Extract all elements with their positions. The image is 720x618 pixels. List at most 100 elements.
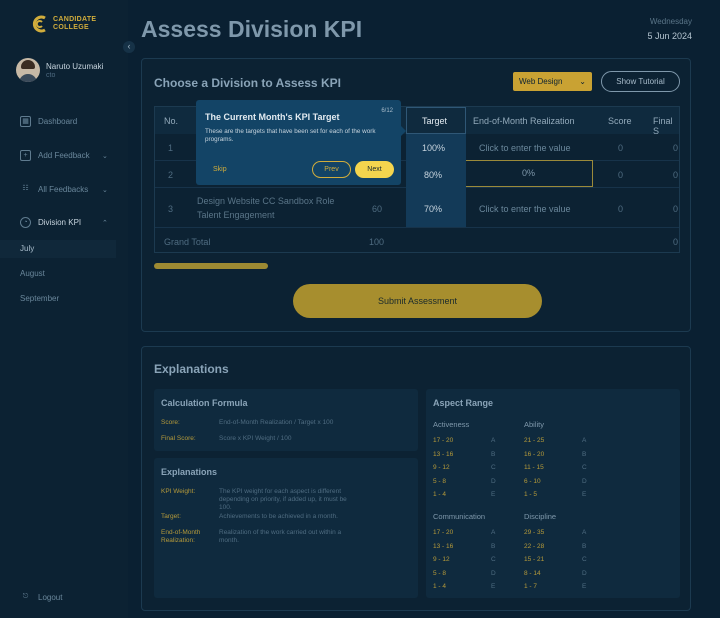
- communication-grade: A: [491, 529, 496, 536]
- final-score-formula-value: Score x KPI Weight / 100: [219, 435, 292, 442]
- nav-logout-label: Logout: [38, 593, 63, 602]
- communication-grade: C: [491, 556, 496, 563]
- nav-add-feedback[interactable]: + Add Feedback ⌄: [20, 150, 120, 161]
- calculation-formula-title: Calculation Formula: [161, 398, 248, 408]
- realization-key-line-1: End-of-Month: [161, 529, 201, 536]
- grand-total-weight: 100: [369, 237, 385, 247]
- nav-division-kpi-label: Division KPI: [38, 218, 82, 227]
- col-header-target-cell: Target: [406, 107, 466, 134]
- division-select-value: Web Design: [519, 77, 563, 86]
- row-2-realization-input[interactable]: 0%: [464, 160, 593, 187]
- nav-month-september[interactable]: September: [20, 294, 59, 303]
- discipline-range: 15 - 21: [524, 556, 545, 563]
- activeness-range: 5 - 8: [433, 477, 447, 485]
- nav-all-feedbacks[interactable]: ☷ All Feedbacks ⌄: [20, 184, 120, 195]
- target-value: Achievements to be achieved in a month.: [219, 513, 338, 520]
- final-score-formula-key: Final Score:: [161, 435, 196, 442]
- communication-range: 5 - 8: [433, 569, 447, 577]
- activeness-heading: Activeness: [433, 420, 470, 429]
- nav-add-feedback-label: Add Feedback: [38, 151, 90, 160]
- activeness-range: 17 - 20: [433, 437, 454, 444]
- row-2-no: 2: [168, 170, 174, 180]
- user-profile[interactable]: Naruto Uzumaki cto: [16, 58, 103, 82]
- row-3-no: 3: [168, 204, 174, 214]
- definitions-title: Explanations: [161, 467, 218, 477]
- ability-grade: D: [582, 477, 587, 485]
- communication-heading: Communication: [433, 512, 486, 521]
- score-formula-key: Score:: [161, 419, 180, 426]
- row-3-realization-input[interactable]: Click to enter the value: [479, 204, 571, 214]
- chevron-down-icon: ⌄: [102, 186, 108, 194]
- grand-total-final-score: 0: [673, 237, 679, 247]
- aspect-range-title: Aspect Range: [433, 398, 494, 408]
- col-header-target: Target: [422, 116, 448, 126]
- chevron-down-icon: ⌄: [579, 77, 586, 86]
- nav-division-kpi[interactable]: ◔ Division KPI ⌃: [20, 217, 120, 228]
- row-1-target: 100%: [422, 143, 446, 153]
- tour-prev-button[interactable]: Prev: [312, 161, 351, 178]
- activeness-range: 1 - 4: [433, 491, 447, 498]
- page-title: Assess Division KPI: [141, 16, 363, 42]
- nav-all-feedbacks-label: All Feedbacks: [38, 185, 89, 194]
- discipline-grade: D: [582, 569, 587, 577]
- tour-skip-button[interactable]: Skip: [213, 166, 227, 173]
- avatar: [16, 58, 40, 82]
- col-header-final-score: Final S: [653, 116, 673, 136]
- ability-range: 16 - 20: [524, 450, 545, 458]
- row-3-target: 70%: [424, 204, 443, 214]
- row-3-final-score: 0: [673, 204, 679, 214]
- tour-description: These are the targets that have been set…: [205, 128, 376, 143]
- chevron-down-icon: ⌄: [102, 152, 108, 160]
- score-formula-value: End-of-Month Realization / Target x 100: [219, 419, 334, 426]
- target-column-highlight: Target 100% 80% 70%: [406, 107, 466, 227]
- brand-text: CANDIDATE COLLEGE: [53, 16, 96, 32]
- ability-range: 11 - 15: [524, 464, 544, 471]
- communication-range: 9 - 12: [433, 556, 450, 563]
- col-header-score: Score: [608, 116, 632, 126]
- kpi-weight-key: KPI Weight:: [161, 488, 196, 495]
- row-3-weight: 60: [372, 204, 383, 214]
- activeness-range: 13 - 16: [433, 450, 454, 458]
- nav-logout[interactable]: ⎋ Logout: [20, 592, 120, 603]
- dashboard-icon: ▦: [20, 116, 31, 127]
- table-horizontal-scrollbar[interactable]: [154, 263, 268, 269]
- row-1-final-score: 0: [673, 143, 679, 153]
- tour-next-button[interactable]: Next: [355, 161, 394, 178]
- discipline-grade: C: [582, 556, 587, 563]
- col-header-realization: End-of-Month Realization: [473, 116, 575, 126]
- ability-range: 21 - 25: [524, 437, 545, 444]
- show-tutorial-button[interactable]: Show Tutorial: [601, 71, 680, 92]
- activeness-range: 9 - 12: [433, 464, 450, 471]
- activeness-grade: A: [491, 437, 496, 444]
- logo-mark-icon: [32, 15, 46, 33]
- realization-value: Realization of the work carried out with…: [219, 529, 342, 544]
- row-3-aspect-line-2: Talent Engagement: [197, 210, 275, 220]
- division-select[interactable]: Web Design ⌄: [513, 72, 592, 91]
- user-name: Naruto Uzumaki: [46, 61, 104, 71]
- target-key: Target:: [161, 513, 181, 520]
- activeness-grade: D: [491, 477, 496, 485]
- kpi-chart-icon: ◔: [20, 217, 31, 228]
- nav-dashboard[interactable]: ▦ Dashboard: [20, 116, 120, 127]
- discipline-grade: A: [582, 529, 587, 536]
- activeness-grade: C: [491, 464, 496, 471]
- tour-title: The Current Month's KPI Target: [205, 112, 340, 122]
- nav-month-july[interactable]: July: [0, 240, 116, 258]
- discipline-heading: Discipline: [524, 512, 557, 521]
- ability-heading: Ability: [524, 420, 545, 429]
- assess-card-title: Choose a Division to Assess KPI: [154, 76, 341, 90]
- ability-range: 6 - 10: [524, 477, 541, 485]
- brand-line-1: CANDIDATE: [53, 16, 97, 23]
- communication-range: 1 - 4: [433, 583, 447, 590]
- submit-assessment-button[interactable]: Submit Assessment: [293, 284, 542, 318]
- nav-dashboard-label: Dashboard: [38, 117, 78, 126]
- discipline-range: 8 - 14: [524, 569, 541, 577]
- row-1-realization-input[interactable]: Click to enter the value: [479, 143, 571, 153]
- logout-icon: ⎋: [22, 593, 29, 600]
- nav-month-august[interactable]: August: [20, 269, 45, 278]
- tour-tooltip: The Current Month's KPI Target 6/12 Thes…: [196, 100, 406, 185]
- communication-grade: E: [491, 583, 496, 590]
- discipline-range: 29 - 35: [524, 529, 545, 536]
- brand-logo[interactable]: CANDIDATE COLLEGE: [32, 15, 96, 33]
- sidebar-collapse-button[interactable]: ‹: [123, 41, 135, 53]
